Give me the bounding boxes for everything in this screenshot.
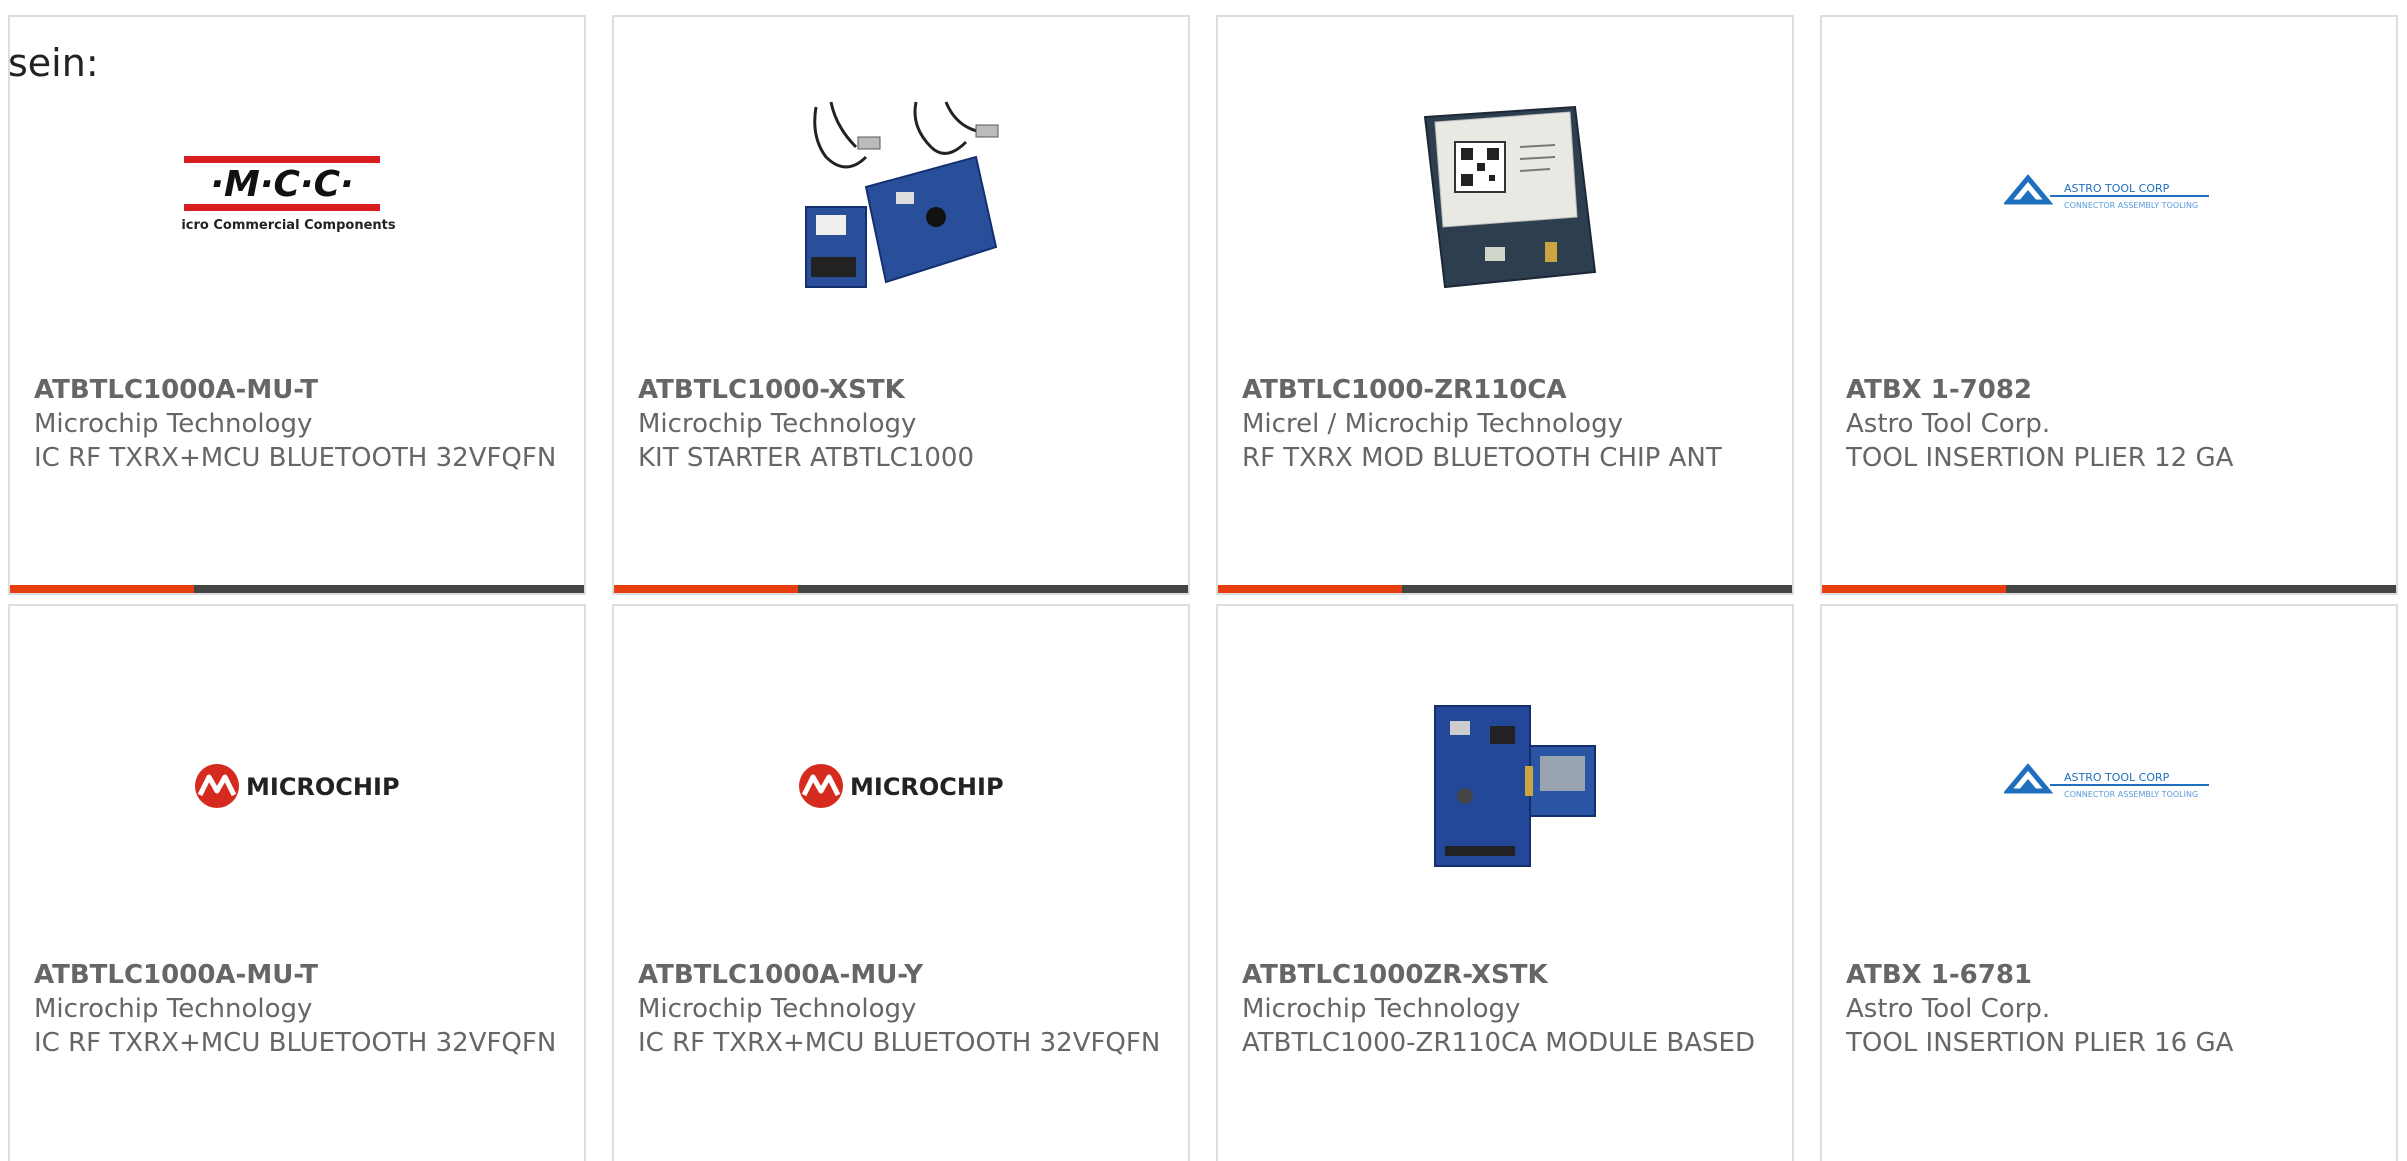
product-card[interactable]: ATBTLC1000-XSTK Microchip Technology KIT… xyxy=(612,15,1190,595)
card-accent-bar xyxy=(10,585,194,593)
manufacturer-name: Astro Tool Corp. xyxy=(1846,409,2051,439)
microchip-logo-icon: MICROCHIP xyxy=(799,764,1004,808)
part-number-link[interactable]: ATBTLC1000ZR-XSTK xyxy=(1242,958,1768,992)
manufacturer-logo: ASTRO TOOL CORP CONNECTOR ASSEMBLY TOOLI… xyxy=(1822,676,2396,896)
card-bottom-bar xyxy=(614,585,1188,593)
svg-text:ASTRO TOOL CORP: ASTRO TOOL CORP xyxy=(2064,771,2170,784)
manufacturer-logo: MICROCHIP xyxy=(614,676,1188,896)
intro-text: sein: xyxy=(8,41,99,85)
starter-kit-photo-icon xyxy=(805,101,999,288)
astro-tool-logo-icon: ASTRO TOOL CORP CONNECTOR ASSEMBLY TOOLI… xyxy=(2004,174,2209,210)
part-number-link[interactable]: ATBX 1-6781 xyxy=(1846,958,2372,992)
part-number-link[interactable]: ATBTLC1000-XSTK xyxy=(638,373,1164,407)
product-card[interactable]: MICROCHIP ATBTLC1000A-MU-T Microchip Tec… xyxy=(8,604,586,1161)
card-bottom-bar xyxy=(1822,585,2396,593)
bluetooth-module-photo-icon xyxy=(1423,105,1597,289)
mcc-logo-icon: ·M·C·C· Micro Commercial Components xyxy=(182,156,396,233)
manufacturer-name: Microchip Technology xyxy=(1242,994,1521,1024)
xstk-board-photo-icon xyxy=(1434,705,1596,867)
product-card[interactable]: ATBTLC1000-ZR110CA Micrel / Microchip Te… xyxy=(1216,15,1794,595)
part-number-link[interactable]: ATBTLC1000A-MU-T xyxy=(34,373,560,407)
part-number-link[interactable]: ATBTLC1000-ZR110CA xyxy=(1242,373,1768,407)
card-bottom-bar xyxy=(1218,585,1792,593)
astro-tool-logo-icon: ASTRO TOOL CORP CONNECTOR ASSEMBLY TOOLI… xyxy=(2004,763,2209,799)
product-photo xyxy=(1218,87,1792,307)
manufacturer-name: Micrel / Microchip Technology xyxy=(1242,409,1623,439)
svg-text:MICROCHIP: MICROCHIP xyxy=(246,773,400,801)
product-photo xyxy=(1218,676,1792,896)
svg-text:MICROCHIP: MICROCHIP xyxy=(850,773,1004,801)
svg-text:CONNECTOR ASSEMBLY TOOLING: CONNECTOR ASSEMBLY TOOLING xyxy=(2064,201,2198,210)
product-description: IC RF TXRX+MCU BLUETOOTH 32VFQFN xyxy=(34,443,557,473)
product-description: TOOL INSERTION PLIER 16 GA xyxy=(1846,1028,2234,1058)
product-photo xyxy=(614,87,1188,307)
product-description: ATBTLC1000-ZR110CA MODULE BASED xyxy=(1242,1028,1755,1058)
part-number-link[interactable]: ATBTLC1000A-MU-Y xyxy=(638,958,1164,992)
product-description: KIT STARTER ATBTLC1000 xyxy=(638,443,975,473)
manufacturer-logo: MICROCHIP xyxy=(10,676,584,896)
manufacturer-name: Astro Tool Corp. xyxy=(1846,994,2051,1024)
card-accent-bar xyxy=(1822,585,2006,593)
part-number-link[interactable]: ATBTLC1000A-MU-T xyxy=(34,958,560,992)
card-accent-bar xyxy=(614,585,798,593)
svg-text:CONNECTOR ASSEMBLY TOOLING: CONNECTOR ASSEMBLY TOOLING xyxy=(2064,790,2198,799)
part-number-link[interactable]: ATBX 1-7082 xyxy=(1846,373,2372,407)
product-card[interactable]: ASTRO TOOL CORP CONNECTOR ASSEMBLY TOOLI… xyxy=(1820,604,2398,1161)
card-accent-bar xyxy=(1218,585,1402,593)
card-bottom-bar xyxy=(10,585,584,593)
product-card[interactable]: ASTRO TOOL CORP CONNECTOR ASSEMBLY TOOLI… xyxy=(1820,15,2398,595)
manufacturer-name: Microchip Technology xyxy=(34,994,313,1024)
manufacturer-logo: ·M·C·C· Micro Commercial Components xyxy=(10,87,584,307)
product-description: IC RF TXRX+MCU BLUETOOTH 32VFQFN xyxy=(638,1028,1161,1058)
product-card[interactable]: ATBTLC1000ZR-XSTK Microchip Technology A… xyxy=(1216,604,1794,1161)
microchip-logo-icon: MICROCHIP xyxy=(195,764,400,808)
product-description: TOOL INSERTION PLIER 12 GA xyxy=(1846,443,2234,473)
product-card[interactable]: MICROCHIP ATBTLC1000A-MU-Y Microchip Tec… xyxy=(612,604,1190,1161)
product-description: RF TXRX MOD BLUETOOTH CHIP ANT xyxy=(1242,443,1722,473)
svg-text:·M·C·C·: ·M·C·C· xyxy=(210,164,353,205)
manufacturer-name: Microchip Technology xyxy=(638,409,917,439)
manufacturer-logo: ASTRO TOOL CORP CONNECTOR ASSEMBLY TOOLI… xyxy=(1822,87,2396,307)
product-card[interactable]: ·M·C·C· Micro Commercial Components ATBT… xyxy=(8,15,586,595)
manufacturer-name: Microchip Technology xyxy=(34,409,313,439)
product-description: IC RF TXRX+MCU BLUETOOTH 32VFQFN xyxy=(34,1028,557,1058)
svg-text:Micro Commercial Components: Micro Commercial Components xyxy=(182,218,396,233)
svg-text:ASTRO TOOL CORP: ASTRO TOOL CORP xyxy=(2064,182,2170,195)
manufacturer-name: Microchip Technology xyxy=(638,994,917,1024)
